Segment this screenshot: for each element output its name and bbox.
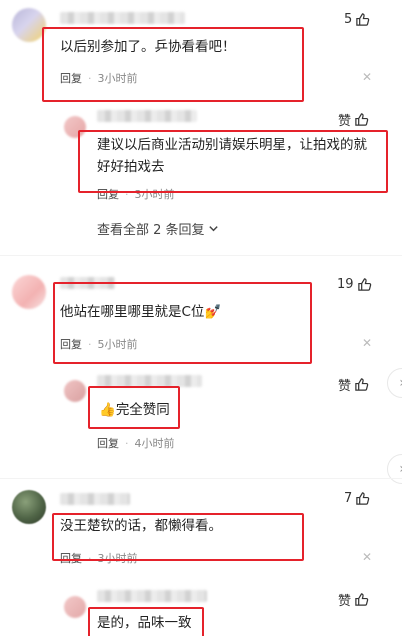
- divider: [0, 478, 402, 479]
- avatar[interactable]: [12, 8, 46, 42]
- reply-button[interactable]: 回复: [97, 435, 119, 451]
- username[interactable]: [60, 493, 130, 505]
- username[interactable]: [60, 12, 185, 24]
- thumbs-up-icon: [357, 278, 371, 291]
- close-icon[interactable]: ✕: [362, 336, 372, 350]
- view-more-replies[interactable]: 查看全部 2 条回复: [97, 219, 219, 238]
- like-count: 7: [344, 491, 353, 506]
- like-button[interactable]: 19: [337, 277, 372, 292]
- highlight-box: [88, 607, 204, 636]
- comment-meta: 回复 · 4小时前: [97, 435, 175, 451]
- highlight-box: [78, 130, 388, 193]
- like-label: 赞: [338, 379, 352, 394]
- divider: [0, 255, 402, 256]
- highlight-box: [42, 27, 304, 102]
- like-button[interactable]: 5: [344, 12, 370, 27]
- highlight-box: [88, 386, 180, 429]
- like-count: 19: [337, 277, 354, 292]
- timestamp: 4小时前: [134, 437, 175, 450]
- highlight-box: [53, 282, 312, 364]
- avatar[interactable]: [12, 275, 46, 309]
- avatar[interactable]: [64, 380, 86, 402]
- like-label: 赞: [338, 114, 352, 129]
- thumbs-up-icon: [356, 492, 370, 505]
- highlight-box: [52, 513, 304, 561]
- like-button[interactable]: 7: [344, 491, 370, 506]
- like-button[interactable]: 赞: [338, 375, 369, 394]
- thumbs-up-icon: [355, 378, 369, 391]
- chevron-down-icon: [208, 226, 218, 232]
- like-label: 赞: [338, 594, 352, 609]
- like-button[interactable]: 赞: [338, 590, 369, 609]
- thumbs-up-icon: [355, 113, 369, 126]
- like-count: 5: [344, 12, 353, 27]
- side-scroll-button[interactable]: ›: [387, 368, 402, 398]
- thumbs-up-icon: [356, 13, 370, 26]
- like-button[interactable]: 赞: [338, 110, 369, 129]
- close-icon[interactable]: ✕: [362, 550, 372, 564]
- username[interactable]: [97, 110, 197, 122]
- thumbs-up-icon: [355, 593, 369, 606]
- side-scroll-button[interactable]: ›: [387, 454, 402, 484]
- avatar[interactable]: [64, 596, 86, 618]
- close-icon[interactable]: ✕: [362, 70, 372, 84]
- view-more-label: 查看全部 2 条回复: [97, 223, 205, 238]
- separator-dot: ·: [125, 436, 129, 450]
- avatar[interactable]: [12, 490, 46, 524]
- username[interactable]: [97, 590, 207, 602]
